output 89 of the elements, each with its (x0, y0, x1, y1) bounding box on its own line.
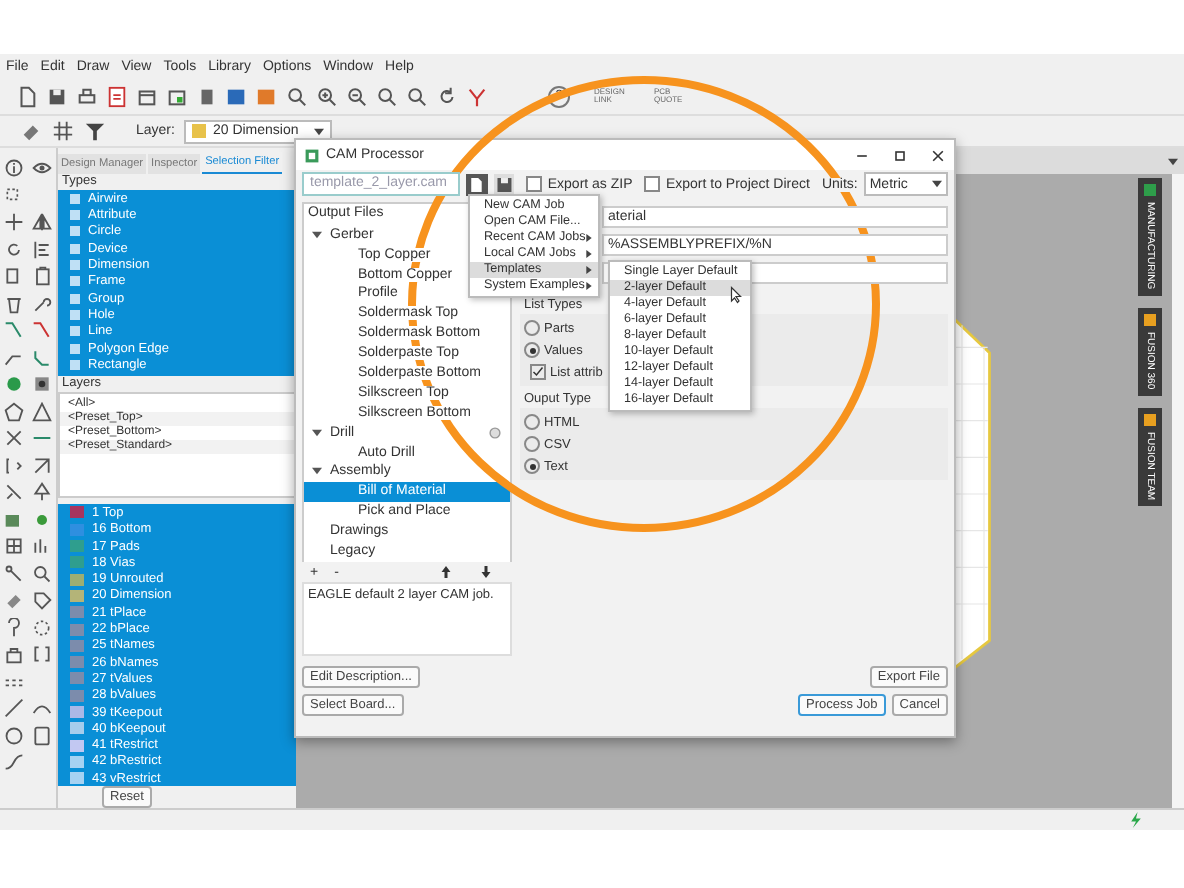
mirror-icon[interactable] (32, 212, 52, 233)
select-icon[interactable] (4, 185, 24, 206)
eraser-icon[interactable] (20, 120, 42, 143)
save-icon[interactable] (46, 85, 68, 108)
via-icon[interactable] (4, 374, 24, 395)
close-icon[interactable] (930, 147, 946, 164)
rotate-icon[interactable] (4, 239, 24, 260)
expand-arrow-icon[interactable] (312, 466, 322, 477)
route-icon[interactable] (32, 320, 52, 341)
checkbox[interactable] (530, 364, 546, 381)
caret-icon[interactable] (932, 180, 942, 189)
square-icon (70, 226, 80, 237)
magnifier-icon[interactable] (376, 85, 398, 108)
eye-icon[interactable] (32, 158, 52, 179)
window-icon[interactable] (166, 85, 188, 108)
align-icon[interactable] (32, 239, 52, 260)
square-icon (70, 309, 80, 320)
up-arrow-icon[interactable] (440, 566, 452, 579)
zoom-out-icon[interactable] (346, 85, 368, 108)
square-icon (70, 293, 80, 304)
trash-icon[interactable] (4, 293, 24, 314)
zoom-in-icon[interactable] (316, 85, 338, 108)
node-icon[interactable] (4, 563, 24, 584)
chart-icon[interactable] (32, 536, 52, 557)
info-icon[interactable] (4, 158, 24, 179)
expand-arrow-icon[interactable] (312, 229, 322, 240)
save-icon[interactable] (493, 173, 515, 196)
dotted-circle-icon[interactable] (32, 617, 52, 638)
square-icon (70, 210, 80, 221)
schematic-icon[interactable] (226, 85, 248, 108)
lightning-icon[interactable] (1128, 812, 1144, 829)
square-icon (70, 243, 80, 254)
expand-arrow-icon[interactable] (312, 427, 322, 438)
lock-icon[interactable] (4, 644, 24, 665)
grid-icon[interactable] (4, 536, 24, 557)
bracket-icon[interactable] (4, 455, 24, 476)
eraser-icon[interactable] (4, 590, 24, 611)
print-icon[interactable] (76, 85, 98, 108)
rectangle-icon[interactable] (32, 725, 52, 746)
square-icon (70, 260, 80, 271)
brackets-icon[interactable] (32, 644, 52, 665)
search-icon[interactable] (32, 563, 52, 584)
circle-icon[interactable] (4, 725, 24, 746)
triangle-icon[interactable] (32, 401, 52, 422)
radio-button[interactable] (524, 320, 540, 337)
scissors-icon[interactable] (4, 428, 24, 449)
radio-button[interactable] (524, 436, 540, 453)
route-icon[interactable] (32, 347, 52, 368)
square-icon (70, 193, 80, 204)
pad-icon[interactable] (32, 374, 52, 395)
magnifier-icon[interactable] (406, 85, 428, 108)
scrollbar[interactable] (1172, 174, 1184, 809)
square-icon (70, 359, 80, 370)
pentagon-icon[interactable] (4, 401, 24, 422)
board-icon[interactable] (256, 85, 278, 108)
window-icon[interactable] (136, 85, 158, 108)
app-icon (304, 147, 320, 164)
tag-icon[interactable] (32, 590, 52, 611)
pencil-icon[interactable] (32, 455, 52, 476)
maximize-icon[interactable] (892, 147, 908, 164)
square-icon (70, 276, 80, 287)
caret-icon[interactable] (1168, 157, 1178, 166)
wrench-icon[interactable] (32, 293, 52, 314)
square-icon (70, 343, 80, 353)
paste-icon[interactable] (32, 266, 52, 287)
radio-button[interactable] (524, 414, 540, 431)
fork-icon[interactable] (466, 85, 488, 108)
down-arrow-icon[interactable] (480, 566, 492, 579)
line-icon[interactable] (4, 698, 24, 719)
square-icon (70, 326, 80, 337)
grid-icon[interactable] (52, 120, 74, 143)
curve-icon[interactable] (4, 752, 24, 773)
filter-icon[interactable] (84, 120, 106, 143)
circle-icon[interactable] (488, 425, 502, 440)
radio-button[interactable] (524, 342, 540, 359)
tree-icon[interactable] (32, 482, 52, 503)
radio-button[interactable] (524, 458, 540, 475)
open-file-icon[interactable] (466, 173, 488, 196)
checkbox[interactable] (526, 176, 542, 193)
checkbox[interactable] (644, 176, 660, 193)
magnifier-icon[interactable] (286, 85, 308, 108)
move-icon[interactable] (4, 212, 24, 233)
copy-icon[interactable] (4, 266, 24, 287)
hook-icon[interactable] (4, 617, 24, 638)
refresh-icon[interactable] (436, 85, 458, 108)
cursor-icon (730, 286, 742, 305)
document-icon[interactable] (106, 85, 128, 108)
new-file-icon[interactable] (16, 85, 38, 108)
route-icon[interactable] (4, 320, 24, 341)
